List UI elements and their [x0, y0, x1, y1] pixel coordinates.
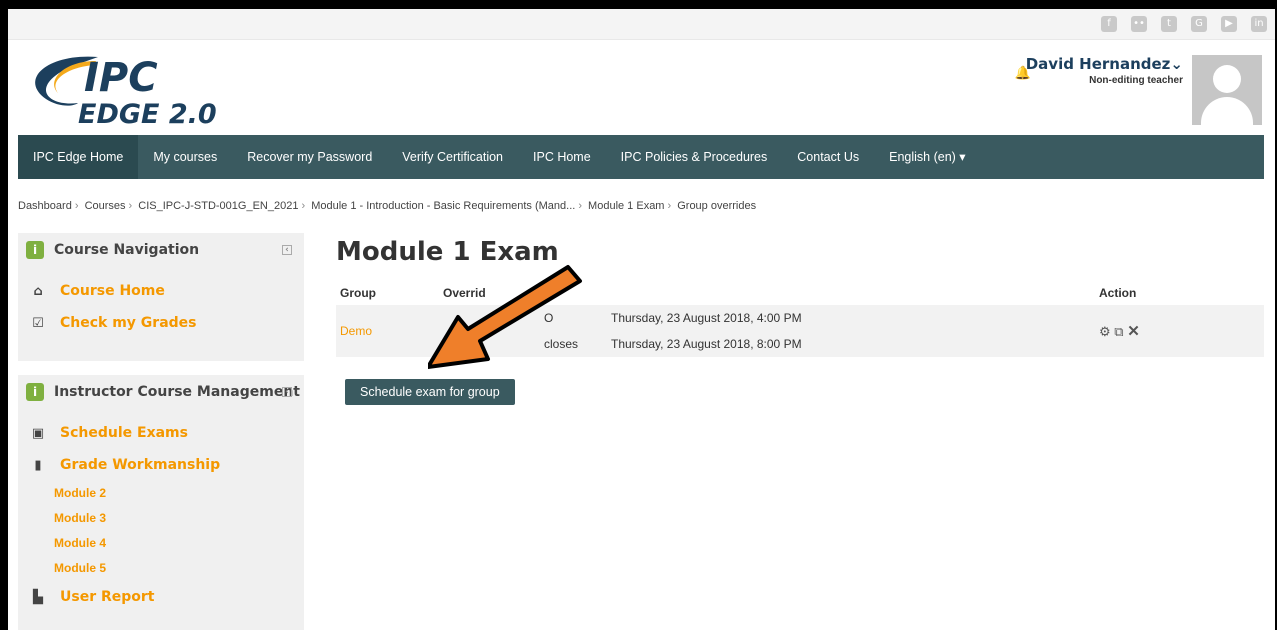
- module-link[interactable]: Module 2: [18, 481, 304, 506]
- user-menu[interactable]: David Hernandez⌄ Non-editing teacher: [1026, 55, 1183, 86]
- logo-edge-text: EDGE 2.0: [78, 99, 217, 129]
- nav-ipc-edge-home[interactable]: IPC Edge Home: [18, 135, 139, 179]
- flickr-icon[interactable]: ••: [1131, 16, 1147, 32]
- calendar-check-icon: ▣: [31, 425, 45, 441]
- nav-recover-password[interactable]: Recover my Password: [232, 135, 387, 179]
- logo-ipc-text: IPC: [84, 55, 158, 101]
- course-home-link[interactable]: ⌂ Course Home: [18, 275, 304, 307]
- annotation-arrow: [428, 265, 582, 369]
- grade-workmanship-link[interactable]: ▮ Grade Workmanship: [18, 449, 304, 481]
- avatar[interactable]: [1192, 55, 1262, 125]
- breadcrumb-item[interactable]: Courses: [85, 200, 126, 212]
- override-closes-value: Thursday, 23 August 2018, 8:00 PM: [607, 331, 1095, 357]
- info-icon: i: [26, 383, 44, 401]
- linkedin-icon[interactable]: in: [1251, 16, 1267, 32]
- nav-ipc-home[interactable]: IPC Home: [518, 135, 606, 179]
- social-bar: f •• t G ▶ in: [8, 9, 1275, 40]
- module-link[interactable]: Module 5: [18, 556, 304, 581]
- collapse-icon[interactable]: ‹: [282, 245, 292, 255]
- link-label: Course Home: [60, 283, 165, 299]
- instructor-management-block: i Instructor Course Management ‹ ▣ Sched…: [18, 375, 304, 630]
- group-link[interactable]: Demo: [336, 305, 439, 357]
- user-name[interactable]: David Hernandez: [1026, 55, 1171, 73]
- nav-policies[interactable]: IPC Policies & Procedures: [606, 135, 783, 179]
- breadcrumb-item[interactable]: Module 1 - Introduction - Basic Requirem…: [311, 200, 575, 212]
- link-label: Grade Workmanship: [60, 457, 221, 473]
- breadcrumb-item[interactable]: CIS_IPC-J-STD-001G_EN_2021: [138, 200, 298, 212]
- nav-my-courses[interactable]: My courses: [138, 135, 232, 179]
- block-title: Instructor Course Management: [54, 384, 300, 400]
- checkbox-icon: ☑: [32, 315, 44, 331]
- user-report-link[interactable]: ▙ User Report: [18, 581, 304, 613]
- override-opens-value: Thursday, 23 August 2018, 4:00 PM: [607, 305, 1095, 331]
- facebook-icon[interactable]: f: [1101, 16, 1117, 32]
- google-plus-icon[interactable]: G: [1191, 16, 1207, 32]
- course-navigation-block: i Course Navigation ‹ ⌂ Course Home ☑ Ch…: [18, 233, 304, 361]
- twitter-icon[interactable]: t: [1161, 16, 1177, 32]
- settings-icon[interactable]: ⚙: [1099, 324, 1111, 339]
- delete-icon[interactable]: ✕: [1127, 323, 1140, 340]
- row-actions: ⚙ ⧉ ✕: [1095, 305, 1264, 357]
- ipc-edge-logo[interactable]: IPC EDGE 2.0: [18, 49, 258, 129]
- column-header-group: Group: [340, 286, 376, 300]
- info-icon: i: [26, 241, 44, 259]
- breadcrumb-item[interactable]: Dashboard: [18, 200, 72, 212]
- schedule-exam-for-group-button[interactable]: Schedule exam for group: [345, 379, 515, 405]
- breadcrumb-item[interactable]: Module 1 Exam: [588, 200, 664, 212]
- breadcrumb: Dashboard › Courses › CIS_IPC-J-STD-001G_E…: [18, 200, 757, 212]
- breadcrumb-current: Group overrides: [677, 200, 757, 212]
- nav-verify-certification[interactable]: Verify Certification: [387, 135, 518, 179]
- link-label: User Report: [60, 589, 155, 605]
- check-grades-link[interactable]: ☑ Check my Grades: [18, 307, 304, 339]
- column-header-action: Action: [1099, 286, 1137, 300]
- link-label: Schedule Exams: [60, 425, 188, 441]
- copy-icon[interactable]: ⧉: [1114, 324, 1123, 339]
- link-label: Check my Grades: [60, 315, 197, 331]
- chip-icon: ▮: [34, 457, 42, 473]
- page-frame: f •• t G ▶ in IPC EDGE 2.0 🔔 David Herna…: [8, 9, 1275, 630]
- block-title: Course Navigation: [54, 242, 200, 258]
- module-link[interactable]: Module 3: [18, 506, 304, 531]
- file-icon: ▙: [33, 589, 43, 605]
- main-navbar: IPC Edge Home My courses Recover my Pass…: [18, 135, 1264, 179]
- nav-contact-us[interactable]: Contact Us: [782, 135, 874, 179]
- schedule-exams-link[interactable]: ▣ Schedule Exams: [18, 417, 304, 449]
- home-icon: ⌂: [33, 283, 43, 299]
- youtube-icon[interactable]: ▶: [1221, 16, 1237, 32]
- nav-language[interactable]: English (en) ▾: [874, 135, 980, 179]
- module-link[interactable]: Module 4: [18, 531, 304, 556]
- collapse-icon[interactable]: ‹: [282, 387, 292, 397]
- user-role: Non-editing teacher: [1089, 75, 1183, 86]
